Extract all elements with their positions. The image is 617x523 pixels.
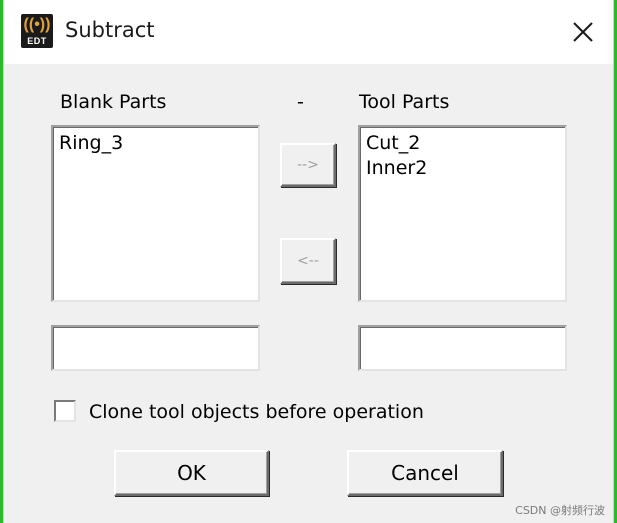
blank-parts-list[interactable]: Ring_3 [51,125,260,302]
ok-button[interactable]: OK [114,450,269,496]
move-to-blank-button[interactable]: <-- [280,238,336,284]
subtract-dialog: ((•)) EDT Subtract Blank Parts - Tool Pa… [3,0,614,523]
window-title: Subtract [65,18,155,42]
separator-label: - [297,91,304,113]
tool-parts-field[interactable] [358,325,567,371]
app-icon-label: EDT [27,36,47,46]
clone-tool-label[interactable]: Clone tool objects before operation [89,401,424,423]
watermark: CSDN @射频行波 [515,504,605,517]
close-icon [573,22,593,42]
list-item[interactable]: Ring_3 [59,131,252,156]
list-item[interactable]: Inner2 [366,156,559,181]
list-item[interactable]: Cut_2 [366,131,559,156]
tool-parts-list[interactable]: Cut_2 Inner2 [358,125,567,302]
close-button[interactable] [553,0,613,64]
antenna-icon: ((•)) EDT [21,14,53,48]
blank-parts-field[interactable] [51,325,260,371]
cancel-button[interactable]: Cancel [347,450,503,496]
tool-parts-label: Tool Parts [359,91,450,113]
title-bar[interactable]: ((•)) EDT Subtract [4,0,613,64]
move-to-tool-button[interactable]: --> [280,143,336,187]
clone-tool-checkbox[interactable] [54,400,76,422]
blank-parts-label: Blank Parts [60,91,167,113]
